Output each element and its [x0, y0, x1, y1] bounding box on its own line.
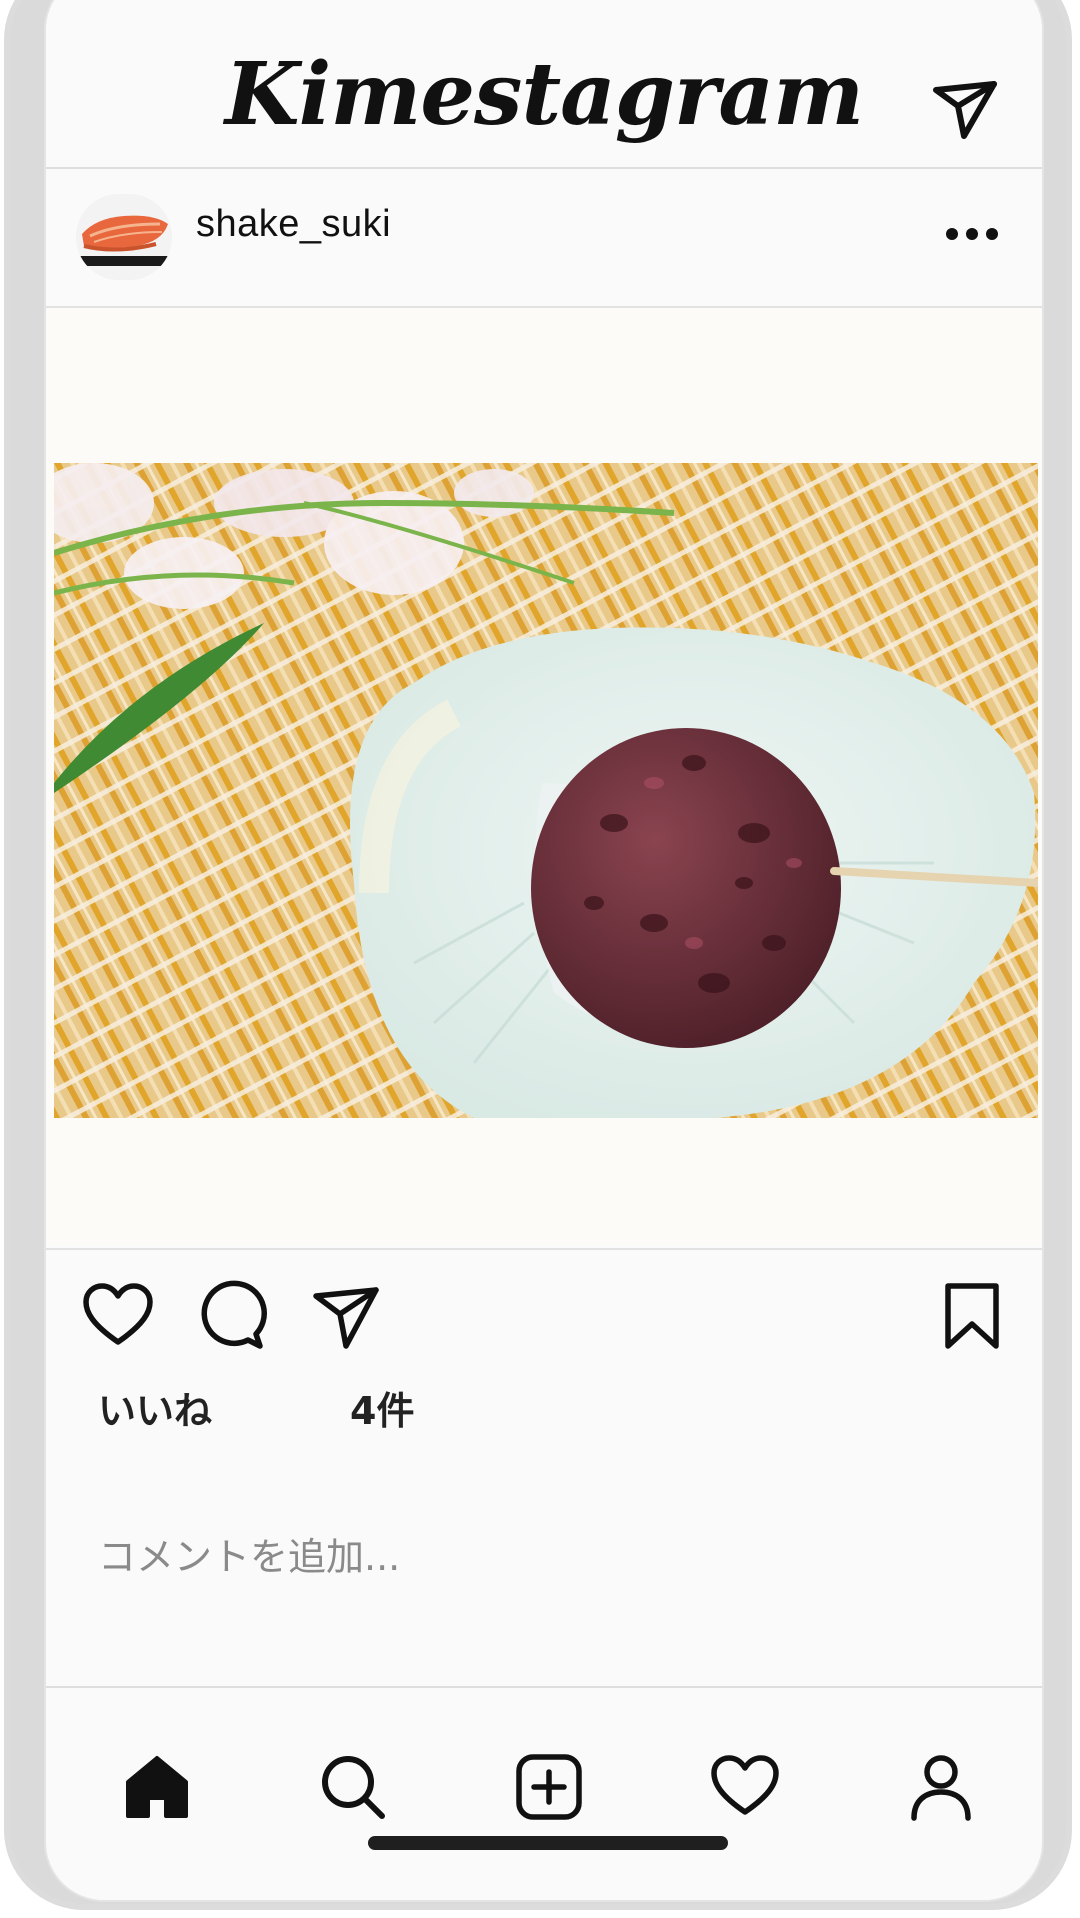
- comment-button[interactable]: [196, 1280, 268, 1352]
- nav-create-post[interactable]: [514, 1752, 584, 1822]
- home-icon: [126, 1756, 188, 1818]
- bookmark-icon: [945, 1283, 999, 1349]
- send-icon: [933, 81, 997, 139]
- home-indicator[interactable]: [368, 1836, 728, 1850]
- app-title: Kimestagram: [224, 44, 864, 145]
- share-button[interactable]: [310, 1280, 382, 1352]
- post-username[interactable]: shake_suki: [196, 203, 391, 246]
- send-icon: [313, 1287, 379, 1349]
- comment-icon: [201, 1280, 267, 1349]
- post-photo: [54, 463, 1038, 1118]
- activity-heart-icon: [711, 1755, 779, 1815]
- save-button[interactable]: [936, 1280, 1008, 1352]
- likes-summary: いいね 4件: [46, 1372, 1042, 1435]
- heart-icon: [83, 1283, 153, 1345]
- add-post-icon: [516, 1754, 582, 1820]
- direct-message-button[interactable]: [930, 72, 1000, 142]
- post-actions: [46, 1248, 1042, 1380]
- profile-icon: [911, 1755, 971, 1821]
- top-bar: Kimestagram: [46, 2, 1042, 169]
- comment-input[interactable]: [98, 1527, 978, 1587]
- like-button[interactable]: [82, 1280, 154, 1352]
- nav-search[interactable]: [318, 1752, 388, 1822]
- nav-activity[interactable]: [710, 1752, 780, 1822]
- more-options-button[interactable]: [942, 219, 1002, 249]
- nav-profile[interactable]: [906, 1752, 976, 1822]
- app-screen: Kimestagram shake_suki いいね 4件 コメントを追加...: [44, 0, 1044, 1902]
- salmon-avatar-icon: [76, 194, 172, 280]
- nav-home[interactable]: [122, 1752, 192, 1822]
- search-icon: [322, 1756, 385, 1819]
- bottom-navigation: [46, 1686, 1042, 1900]
- likes-label: いいね: [98, 1389, 213, 1433]
- post-media[interactable]: [46, 308, 1042, 1246]
- more-icon: [946, 228, 998, 240]
- avatar[interactable]: [76, 194, 172, 280]
- likes-count[interactable]: 4件: [350, 1380, 414, 1435]
- post-header: shake_suki: [46, 169, 1042, 308]
- ohagi-photo: [54, 463, 1038, 1118]
